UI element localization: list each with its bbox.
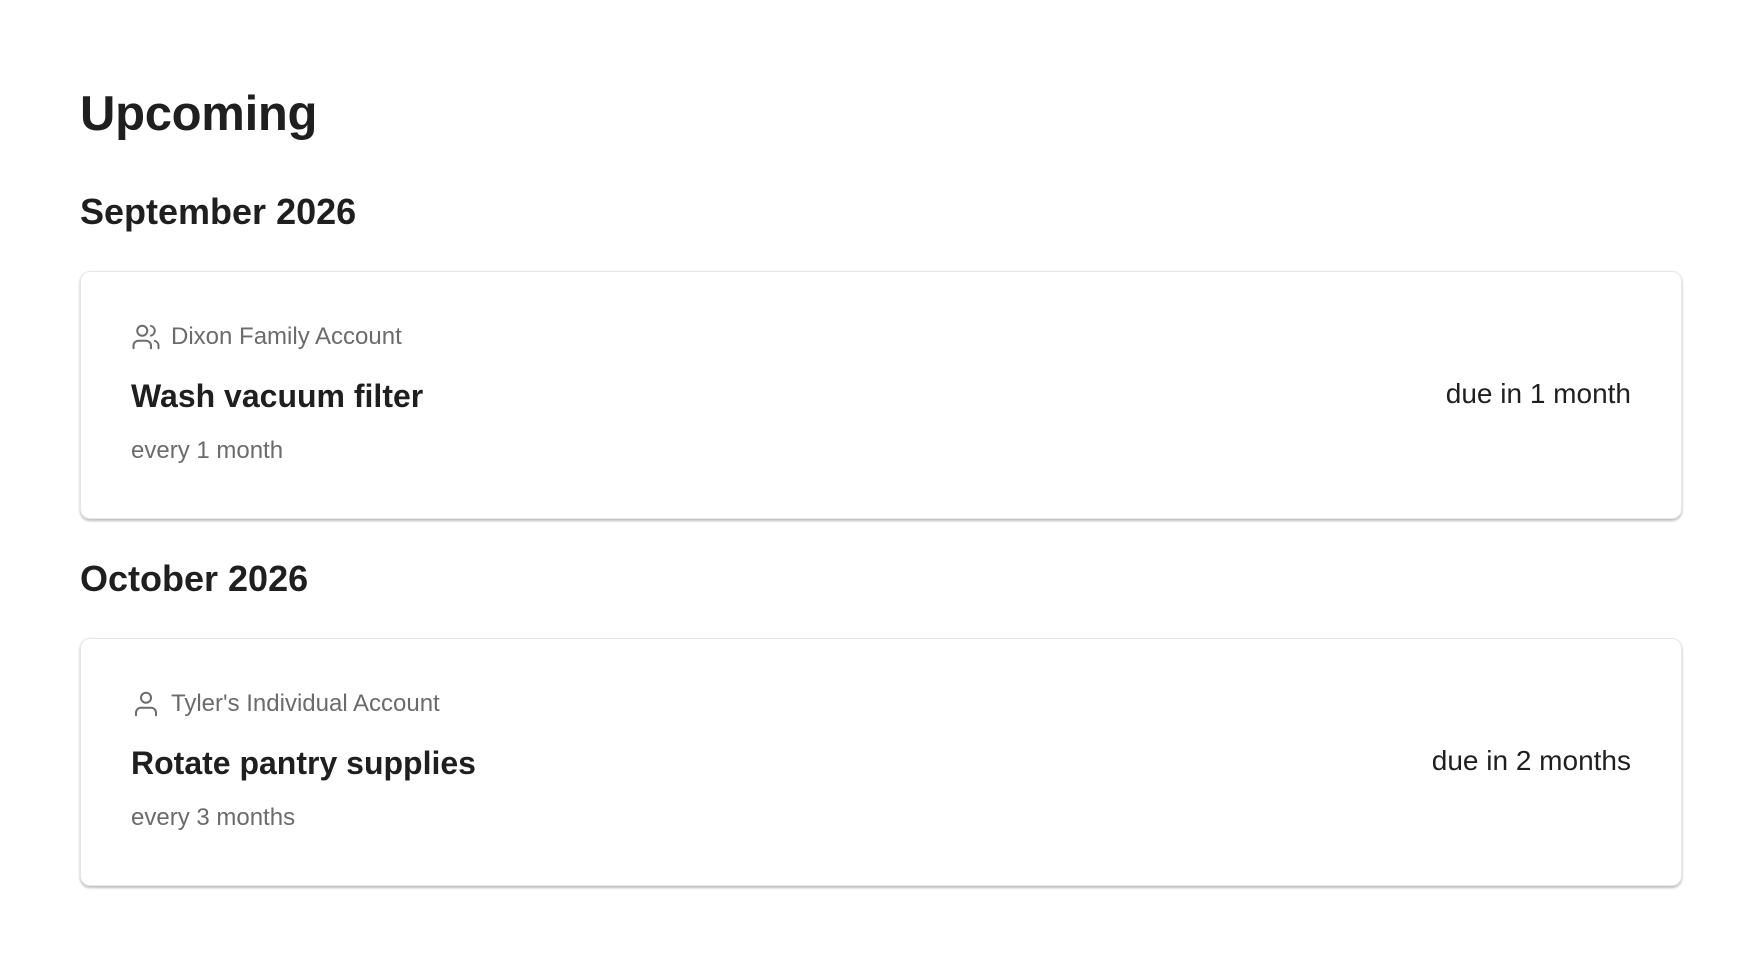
task-title: Wash vacuum filter <box>131 378 424 414</box>
month-heading: October 2026 <box>80 558 309 599</box>
user-icon <box>131 689 161 719</box>
task-card[interactable]: Tyler's Individual Account Rotate pantry… <box>80 638 1682 886</box>
account-label: Tyler's Individual Account <box>171 690 440 717</box>
page-title: Upcoming <box>80 87 318 141</box>
month-heading: September 2026 <box>80 191 357 232</box>
task-title: Rotate pantry supplies <box>131 745 476 781</box>
account-row: Tyler's Individual Account <box>131 689 440 719</box>
account-row: Dixon Family Account <box>131 322 402 352</box>
users-icon <box>131 322 161 352</box>
task-card[interactable]: Dixon Family Account Wash vacuum filter … <box>80 271 1682 519</box>
task-due-status: due in 2 months <box>1431 745 1631 776</box>
task-due-status: due in 1 month <box>1445 378 1631 409</box>
account-label: Dixon Family Account <box>171 323 402 350</box>
task-interval: every 1 month <box>131 437 284 464</box>
task-interval: every 3 months <box>131 804 296 831</box>
